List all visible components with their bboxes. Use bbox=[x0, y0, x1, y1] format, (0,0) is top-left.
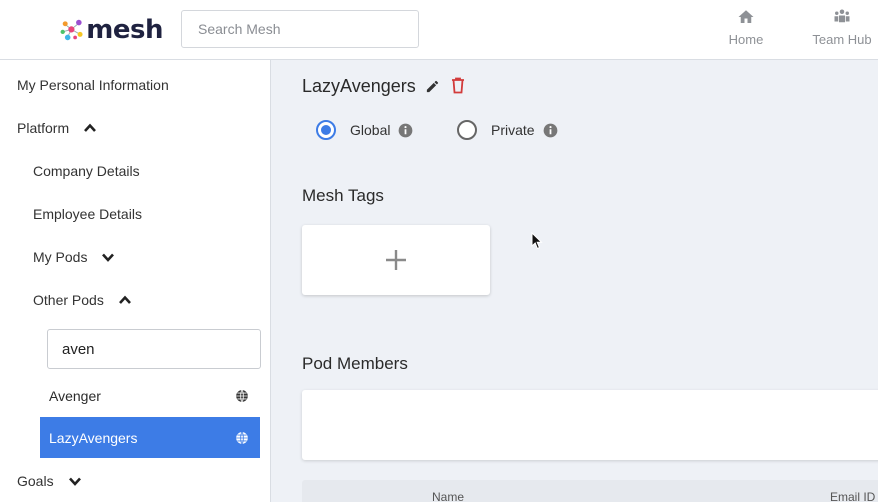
pod-item-lazyavengers[interactable]: LazyAvengers bbox=[40, 417, 260, 458]
mesh-logo[interactable]: mesh bbox=[59, 9, 163, 51]
logo-text: mesh bbox=[86, 15, 163, 45]
sidebar-item-label: Company Details bbox=[33, 163, 140, 179]
mouse-cursor-icon bbox=[531, 232, 543, 250]
private-radio-label: Private bbox=[491, 122, 535, 138]
plus-icon bbox=[386, 250, 406, 270]
chevron-down-icon bbox=[102, 253, 115, 262]
pod-members-card bbox=[302, 390, 878, 460]
global-radio-label: Global bbox=[350, 122, 391, 138]
nav-team-hub[interactable]: Team Hub bbox=[808, 8, 876, 52]
sidebar-item-platform[interactable]: Platform bbox=[17, 120, 97, 136]
sidebar-item-personal-info[interactable]: My Personal Information bbox=[17, 77, 169, 93]
sidebar-item-label: Platform bbox=[17, 120, 70, 136]
sidebar-item-label: Goals bbox=[17, 473, 54, 489]
chevron-up-icon bbox=[84, 123, 97, 132]
edit-icon[interactable] bbox=[425, 79, 440, 94]
globe-icon bbox=[236, 389, 248, 402]
nav-home[interactable]: Home bbox=[724, 8, 768, 52]
members-table-header: Name Email ID bbox=[302, 480, 878, 502]
add-tag-button[interactable] bbox=[302, 225, 490, 295]
visibility-private-option[interactable]: Private bbox=[457, 120, 558, 140]
chevron-down-icon bbox=[68, 477, 81, 486]
sidebar-item-my-pods[interactable]: My Pods bbox=[33, 249, 115, 265]
nav-team-hub-label: Team Hub bbox=[812, 32, 872, 47]
delete-icon[interactable] bbox=[451, 77, 465, 94]
pod-item-avenger[interactable]: Avenger bbox=[40, 375, 260, 416]
sidebar-item-label: My Personal Information bbox=[17, 77, 169, 93]
pod-search-input[interactable] bbox=[47, 329, 261, 369]
column-header-name[interactable]: Name bbox=[432, 490, 464, 502]
info-icon[interactable] bbox=[543, 123, 558, 138]
mesh-logo-icon bbox=[60, 19, 83, 41]
visibility-global-option[interactable]: Global bbox=[316, 120, 413, 140]
private-radio[interactable] bbox=[457, 120, 477, 140]
sidebar-item-label: Other Pods bbox=[33, 292, 104, 308]
column-header-email[interactable]: Email ID bbox=[830, 490, 875, 502]
search-input[interactable] bbox=[181, 10, 419, 48]
page-title: LazyAvengers bbox=[302, 76, 416, 96]
home-icon bbox=[738, 10, 754, 23]
sidebar-item-other-pods[interactable]: Other Pods bbox=[33, 292, 132, 308]
sidebar-item-label: Employee Details bbox=[33, 206, 142, 222]
info-icon[interactable] bbox=[398, 123, 413, 138]
globe-icon bbox=[236, 431, 248, 444]
nav-home-label: Home bbox=[728, 32, 764, 47]
sidebar-item-label: My Pods bbox=[33, 249, 88, 265]
pod-members-title: Pod Members bbox=[302, 354, 408, 373]
chevron-up-icon bbox=[118, 295, 131, 304]
global-radio[interactable] bbox=[316, 120, 336, 140]
top-header: mesh Home Team Hub bbox=[0, 0, 878, 60]
sidebar-item-goals[interactable]: Goals bbox=[17, 473, 82, 489]
mesh-tags-title: Mesh Tags bbox=[302, 186, 384, 205]
sidebar-item-company-details[interactable]: Company Details bbox=[33, 163, 140, 179]
team-icon bbox=[834, 9, 850, 23]
sidebar-item-employee-details[interactable]: Employee Details bbox=[33, 206, 142, 222]
pod-item-label: LazyAvengers bbox=[49, 429, 138, 446]
sidebar: My Personal Information Platform Company… bbox=[0, 60, 271, 502]
main-content: LazyAvengers Global Private Mesh Tags Po… bbox=[271, 60, 878, 502]
pod-item-label: Avenger bbox=[49, 387, 101, 404]
